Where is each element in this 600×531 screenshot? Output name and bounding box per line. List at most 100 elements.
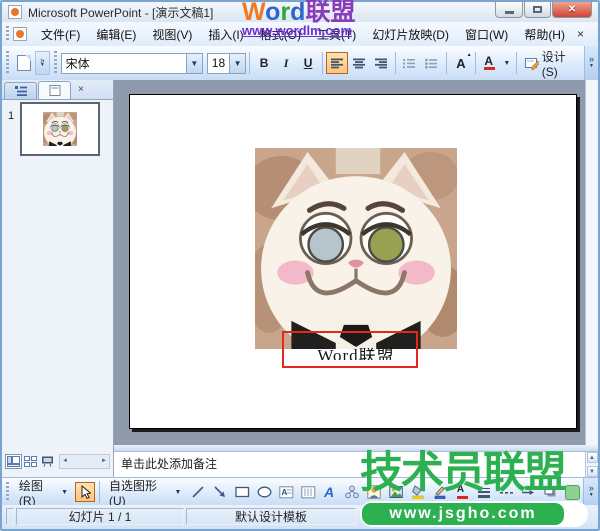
arrow-style-button[interactable] [518, 482, 538, 502]
wordart-button[interactable]: A [320, 482, 340, 502]
text-box-button[interactable]: A [276, 482, 296, 502]
scroll-down-icon[interactable]: ▼ [586, 466, 598, 477]
line-color-button[interactable] [430, 482, 450, 502]
maximize-button[interactable] [524, 2, 551, 18]
minimize-button[interactable] [495, 2, 523, 18]
cat-picture[interactable] [255, 148, 457, 349]
menu-edit[interactable]: 编辑(E) [88, 23, 144, 46]
new-slide-button[interactable] [13, 52, 35, 74]
align-left-button[interactable] [326, 52, 349, 74]
menu-view[interactable]: 视图(V) [144, 23, 200, 46]
shadow-style-button[interactable] [540, 482, 560, 502]
toolbar-grip[interactable] [53, 51, 57, 75]
rectangle-tool-button[interactable] [232, 482, 252, 502]
tab-slides[interactable] [38, 81, 71, 99]
notes-scrollbar[interactable]: ▲ ▼ [585, 452, 598, 477]
toolbar-options-button[interactable]: » ▼ [34, 51, 50, 75]
slide-thumbnail[interactable] [20, 102, 100, 156]
align-right-icon [374, 58, 387, 68]
tab-outline[interactable] [4, 82, 37, 99]
vertical-text-box-button[interactable] [298, 482, 318, 502]
thumbnails-scrollbar[interactable]: ◄ ► [59, 453, 110, 469]
new-document-icon [16, 55, 31, 71]
underline-button[interactable]: U [297, 52, 319, 74]
vertical-text-box-icon [301, 485, 316, 498]
status-cell-empty [6, 508, 14, 525]
bold-button[interactable]: B [253, 52, 275, 74]
shadow-style-icon [544, 486, 556, 497]
numbered-list-button[interactable] [399, 52, 421, 74]
font-color-swatch [456, 496, 468, 499]
font-color-button[interactable]: A [479, 52, 501, 74]
menu-format[interactable]: 格式(O) [252, 23, 309, 46]
notes-splitter[interactable] [114, 445, 598, 452]
normal-view-button[interactable] [5, 453, 22, 469]
status-design-template[interactable]: 默认设计模板 [186, 508, 356, 525]
autoshapes-menu-button[interactable]: 自选图形(U) ▼ [104, 479, 186, 508]
arrow-right-icon[interactable]: ► [99, 458, 109, 464]
align-center-button[interactable] [348, 52, 370, 74]
dash-style-icon [499, 491, 513, 494]
cursor-arrow-icon [81, 485, 92, 499]
bulleted-list-button[interactable] [421, 52, 443, 74]
font-size-select[interactable]: 18 ▼ [206, 52, 247, 74]
italic-button[interactable]: I [275, 52, 297, 74]
slide-design-button[interactable]: 设计(S) [520, 50, 584, 79]
insert-picture-button[interactable] [386, 482, 406, 502]
toolbar-overflow-button[interactable]: » ▼ [583, 46, 599, 80]
toolbar-grip[interactable] [6, 482, 9, 502]
menu-file[interactable]: 文件(F) [33, 23, 88, 46]
fill-color-icon [412, 485, 424, 499]
scroll-up-icon[interactable]: ▲ [586, 452, 598, 463]
view-buttons: ◄ ► [2, 445, 114, 477]
menu-window[interactable]: 窗口(W) [457, 23, 516, 46]
menu-tools[interactable]: 工具(T) [309, 23, 364, 46]
select-objects-button[interactable] [75, 482, 96, 502]
line-icon [192, 486, 204, 498]
close-pane-icon[interactable]: × [78, 84, 84, 95]
arrow-tool-button[interactable] [210, 482, 230, 502]
slide-sorter-view-button[interactable] [22, 454, 39, 469]
close-icon: ✕ [567, 4, 577, 15]
toolbar-overflow-button[interactable]: » ▼ [583, 478, 598, 506]
align-left-icon [330, 58, 343, 68]
slide-canvas[interactable]: Word联盟 [129, 94, 577, 429]
draw-menu-button[interactable]: 绘图(R) ▼ [14, 479, 73, 508]
arrow-icon [214, 486, 226, 497]
menu-help[interactable]: 帮助(H) [516, 23, 573, 46]
fill-color-button[interactable] [408, 482, 428, 502]
menu-slideshow[interactable]: 幻灯片放映(D) [364, 23, 457, 46]
close-button[interactable]: ✕ [552, 2, 592, 18]
toolbar-grip[interactable] [6, 51, 9, 75]
line-tool-button[interactable] [188, 482, 208, 502]
font-name-select[interactable]: 宋体 ▼ [60, 52, 203, 74]
diagram-button[interactable] [342, 482, 362, 502]
drawing-font-color-button[interactable]: A [452, 482, 472, 502]
menu-insert[interactable]: 插入(I) [200, 23, 251, 46]
toolbar-grip[interactable] [6, 25, 9, 43]
align-right-button[interactable] [370, 52, 392, 74]
line-style-button[interactable] [474, 482, 494, 502]
clip-art-button[interactable] [364, 482, 384, 502]
chevron-down-icon[interactable]: ▼ [229, 53, 246, 73]
pane-tabs: × [2, 80, 113, 100]
font-name-value: 宋体 [65, 56, 90, 71]
menu-bar: 文件(F) 编辑(E) 视图(V) 插入(I) 格式(O) 工具(T) 幻灯片放… [2, 22, 598, 47]
dash-style-button[interactable] [496, 482, 516, 502]
wordart-icon: A [323, 485, 334, 499]
separator [474, 52, 476, 74]
font-color-dropdown[interactable]: ▼ [501, 52, 513, 74]
increase-font-size-button[interactable]: A ▲ [450, 52, 472, 74]
slideshow-view-button[interactable] [39, 454, 56, 469]
line-color-icon [435, 486, 446, 499]
oval-tool-button[interactable] [254, 482, 274, 502]
separator [99, 481, 100, 503]
notes-placeholder[interactable]: 单击此处添加备注 [114, 452, 585, 477]
close-document-icon[interactable]: × [573, 27, 588, 41]
chevron-down-icon[interactable]: ▼ [185, 53, 202, 73]
three-d-style-button[interactable] [562, 482, 582, 502]
svg-text:A: A [323, 485, 334, 499]
vertical-scrollbar[interactable] [585, 80, 598, 445]
bottom-strip: ◄ ► 单击此处添加备注 ▲ ▼ [2, 445, 598, 477]
arrow-left-icon[interactable]: ◄ [60, 458, 70, 464]
